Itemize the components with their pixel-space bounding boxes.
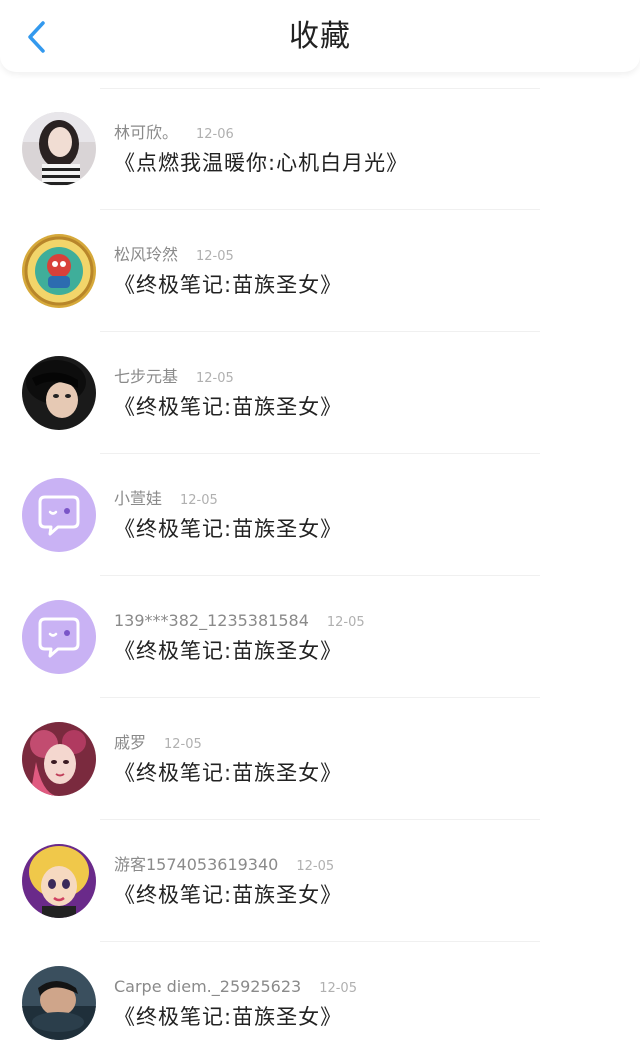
book-title[interactable]: 《终极笔记:苗族圣女》 [114,514,342,544]
username[interactable]: 松风玲然 [114,245,178,264]
username[interactable]: 小萱娃 [114,489,162,508]
chat-bubble-icon [22,478,96,552]
date: 12-05 [326,615,365,630]
book-title[interactable]: 《点燃我温暖你:心机白月光》 [114,148,408,178]
username[interactable]: 戚罗 [114,733,146,752]
username[interactable]: 七步元基 [114,367,178,386]
date: 12-06 [196,127,234,142]
list-item[interactable]: 139***382_1235381584 12-05 《终极笔记:苗族圣女》 [22,576,540,698]
username[interactable]: 游客1574053619340 [114,855,278,874]
chat-bubble-icon [22,600,96,674]
avatar[interactable] [22,234,96,308]
date: 12-05 [296,859,335,874]
list-item[interactable]: 游客1574053619340 12-05 《终极笔记:苗族圣女》 [22,820,540,942]
avatar[interactable] [22,600,96,674]
page-title: 收藏 [289,19,351,54]
avatar[interactable] [22,112,96,186]
book-title[interactable]: 《终极笔记:苗族圣女》 [114,1002,342,1032]
top-bar: 收藏 [0,0,640,72]
list-item[interactable]: 小萱娃 12-05 《终极笔记:苗族圣女》 [22,454,540,576]
date: 12-05 [196,371,234,386]
username[interactable]: 139***382_1235381584 [114,611,309,630]
avatar[interactable] [22,966,96,1040]
favorites-list: 林可欣。 12-06 《点燃我温暖你:心机白月光》 松风玲然 12-05 《终极笔记… [0,88,640,1063]
book-title[interactable]: 《终极笔记:苗族圣女》 [114,392,342,422]
avatar[interactable] [22,844,96,918]
book-title[interactable]: 《终极笔记:苗族圣女》 [114,758,342,788]
list-item[interactable]: 松风玲然 12-05 《终极笔记:苗族圣女》 [22,210,540,332]
date: 12-05 [164,737,202,752]
date: 12-05 [196,249,234,264]
username[interactable]: 林可欣。 [114,123,178,142]
avatar[interactable] [22,722,96,796]
list-item[interactable]: 林可欣。 12-06 《点燃我温暖你:心机白月光》 [22,88,540,210]
date: 12-05 [319,981,357,996]
list-item[interactable]: 戚罗 12-05 《终极笔记:苗族圣女》 [22,698,540,820]
avatar[interactable] [22,356,96,430]
username[interactable]: Carpe diem._25925623 [114,977,301,996]
book-title[interactable]: 《终极笔记:苗族圣女》 [114,636,342,666]
list-item[interactable]: 七步元基 12-05 《终极笔记:苗族圣女》 [22,332,540,454]
date: 12-05 [180,493,218,508]
book-title[interactable]: 《终极笔记:苗族圣女》 [114,270,342,300]
avatar[interactable] [22,478,96,552]
book-title[interactable]: 《终极笔记:苗族圣女》 [114,880,342,910]
